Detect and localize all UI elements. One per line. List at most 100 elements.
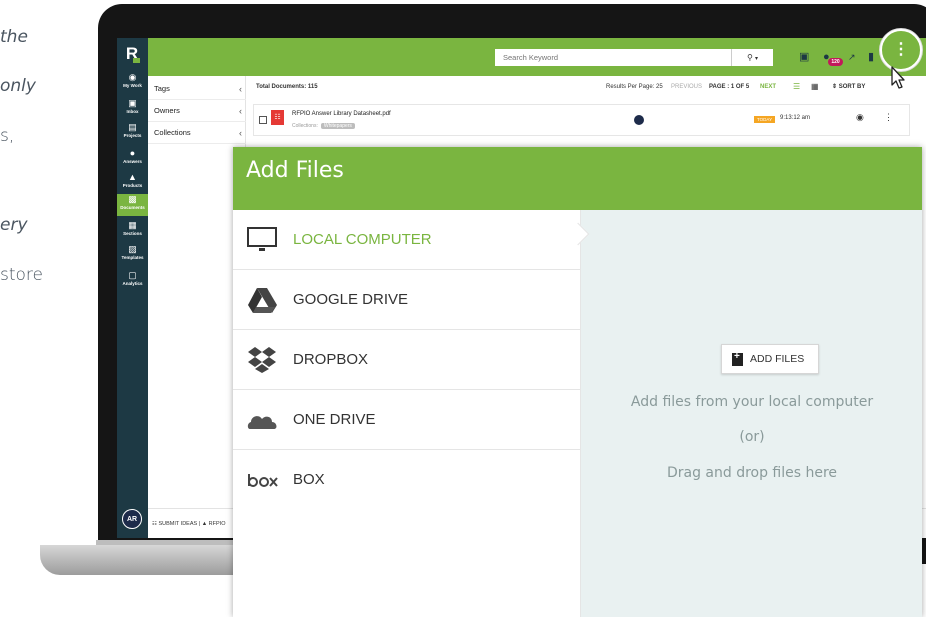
file-drop-zone[interactable]: ADD FILES Add files from your local comp…	[580, 210, 922, 617]
eye-icon[interactable]: ◉	[856, 112, 864, 123]
sidebar-item-label: Inbox	[126, 109, 139, 114]
collection-tag[interactable]: Whitepapers	[320, 123, 355, 129]
owner-avatar	[634, 115, 644, 125]
sidebar-item-my-work[interactable]: ◉ My Work	[117, 72, 148, 94]
source-local-computer[interactable]: LOCAL COMPUTER	[233, 210, 580, 270]
row-checkbox[interactable]	[259, 116, 267, 124]
sidebar-item-templates[interactable]: ▨ Templates	[117, 244, 148, 266]
background-copy-line: the	[0, 27, 28, 47]
analytics-icon: ▢	[128, 270, 137, 280]
drop-hint-line: (or)	[739, 429, 765, 445]
sidebar-item-label: Templates	[121, 255, 144, 260]
sidebar-item-label: Answers	[123, 159, 142, 164]
projects-icon: ▤	[128, 122, 137, 132]
answers-icon: ●	[129, 148, 136, 158]
one-drive-icon	[247, 416, 277, 429]
more-vertical-icon[interactable]: ⋮	[884, 112, 893, 123]
search-input[interactable]	[495, 49, 731, 66]
source-box[interactable]: BOX	[233, 450, 580, 510]
notification-badge: 120	[828, 58, 843, 66]
sidebar-item-sections[interactable]: ▦ Sections	[117, 220, 148, 242]
source-label: ONE DRIVE	[293, 411, 376, 428]
filter-collections[interactable]: Collections ‹	[148, 122, 246, 144]
collections-label: Collections:	[292, 123, 318, 129]
app-logo[interactable]: R	[123, 45, 141, 63]
sections-icon: ▦	[128, 220, 137, 230]
save-icon[interactable]: ▣	[799, 49, 809, 66]
background-copy-line: only	[0, 76, 36, 96]
list-view-icon[interactable]: ☰	[793, 76, 800, 98]
sidebar-item-documents[interactable]: ▩ Documents	[117, 194, 148, 216]
search-button[interactable]: ⚲ ▾	[731, 49, 773, 66]
source-one-drive[interactable]: ONE DRIVE	[233, 390, 580, 450]
templates-icon: ▨	[128, 244, 137, 254]
rfpio-home-link[interactable]: ▲ RFPIO	[202, 521, 226, 527]
mouse-cursor-icon	[891, 66, 905, 89]
user-avatar[interactable]: AR	[122, 509, 142, 529]
sort-by-button[interactable]: ⇕ SORT BY	[832, 76, 865, 98]
add-files-modal: Add Files LOCAL COMPUTER GOOGLE DRIVE DR…	[233, 147, 922, 617]
grid-view-icon[interactable]: ▦	[811, 76, 819, 98]
filter-tags[interactable]: Tags ‹	[148, 78, 246, 100]
filter-panel: Tags ‹ Owners ‹ Collections ‹	[148, 76, 246, 538]
source-dropbox[interactable]: DROPBOX	[233, 330, 580, 390]
next-page-link[interactable]: NEXT	[760, 76, 776, 98]
filter-label: Collections	[154, 128, 191, 137]
source-label: GOOGLE DRIVE	[293, 291, 409, 308]
chevron-left-icon: ‹	[239, 128, 242, 138]
chevron-left-icon: ‹	[239, 84, 242, 94]
date-badge: TODAY	[754, 116, 776, 123]
sidebar-item-label: Projects	[123, 133, 142, 138]
separator: |	[198, 521, 201, 527]
sidebar-item-analytics[interactable]: ▢ Analytics	[117, 270, 148, 292]
filter-owners[interactable]: Owners ‹	[148, 100, 246, 122]
submit-ideas-link[interactable]: ☷ SUBMIT IDEAS	[152, 521, 199, 527]
dropbox-icon	[248, 347, 276, 373]
results-per-page[interactable]: Results Per Page: 25	[606, 76, 663, 98]
add-file-icon	[732, 351, 743, 366]
modal-header: Add Files	[233, 147, 922, 210]
drop-hint-line: Drag and drop files here	[666, 465, 838, 481]
screenshot-stage: the only s, ery store R ◉ My Work ▣ Inbo…	[0, 0, 926, 617]
sidebar-item-label: My Work	[123, 83, 142, 88]
document-time: 9:13:12 am	[780, 115, 811, 121]
source-google-drive[interactable]: GOOGLE DRIVE	[233, 270, 580, 330]
help-icon[interactable]: ▮	[868, 49, 874, 66]
google-drive-icon	[248, 288, 277, 313]
sidebar-item-label: Documents	[120, 205, 145, 210]
table-row[interactable]: ☷ RFPIO Answer Library Datasheet.pdf Col…	[253, 104, 910, 136]
search-icon: ⚲	[746, 53, 753, 62]
trend-icon[interactable]: ↗	[848, 49, 856, 66]
sidebar-item-projects[interactable]: ▤ Projects	[117, 122, 148, 144]
products-icon: ▲	[128, 172, 137, 182]
source-label: BOX	[293, 471, 325, 488]
document-title[interactable]: RFPIO Answer Library Datasheet.pdf	[292, 111, 391, 117]
home-icon: ▲	[201, 521, 208, 527]
document-collections: Collections: Whitepapers	[292, 123, 355, 129]
submit-ideas-label: SUBMIT IDEAS	[158, 521, 198, 527]
background-copy-line: s,	[0, 126, 15, 146]
sidebar-item-label: Sections	[123, 231, 142, 236]
modal-title: Add Files	[246, 158, 344, 183]
sidebar-item-inbox[interactable]: ▣ Inbox	[117, 98, 148, 120]
add-files-button[interactable]: ADD FILES	[721, 344, 819, 374]
filter-label: Tags	[154, 84, 170, 93]
box-logo-icon	[248, 474, 278, 487]
more-vertical-icon: ⋮	[893, 41, 909, 58]
sidebar-item-answers[interactable]: ● Answers	[117, 148, 148, 170]
rfpio-label: RFPIO	[208, 521, 226, 527]
chevron-left-icon: ‹	[239, 106, 242, 116]
drop-hint-line: Add files from your local computer	[630, 394, 874, 410]
filter-label: Owners	[154, 106, 180, 115]
lightbulb-icon: ☷	[152, 521, 157, 527]
sort-by-label: SORT BY	[838, 84, 866, 90]
document-list-header: Total Documents: 115 Results Per Page: 2…	[246, 76, 926, 98]
overflow-menu-button[interactable]: ⋮	[880, 29, 922, 71]
previous-page-link[interactable]: PREVIOUS	[671, 76, 702, 98]
source-label: LOCAL COMPUTER	[293, 231, 432, 248]
sidebar-item-label: Products	[122, 183, 143, 188]
total-documents: Total Documents: 115	[256, 84, 318, 90]
file-source-list: LOCAL COMPUTER GOOGLE DRIVE DROPBOX ONE …	[233, 210, 580, 617]
sidebar-item-products[interactable]: ▲ Products	[117, 172, 148, 194]
monitor-icon	[247, 227, 277, 251]
